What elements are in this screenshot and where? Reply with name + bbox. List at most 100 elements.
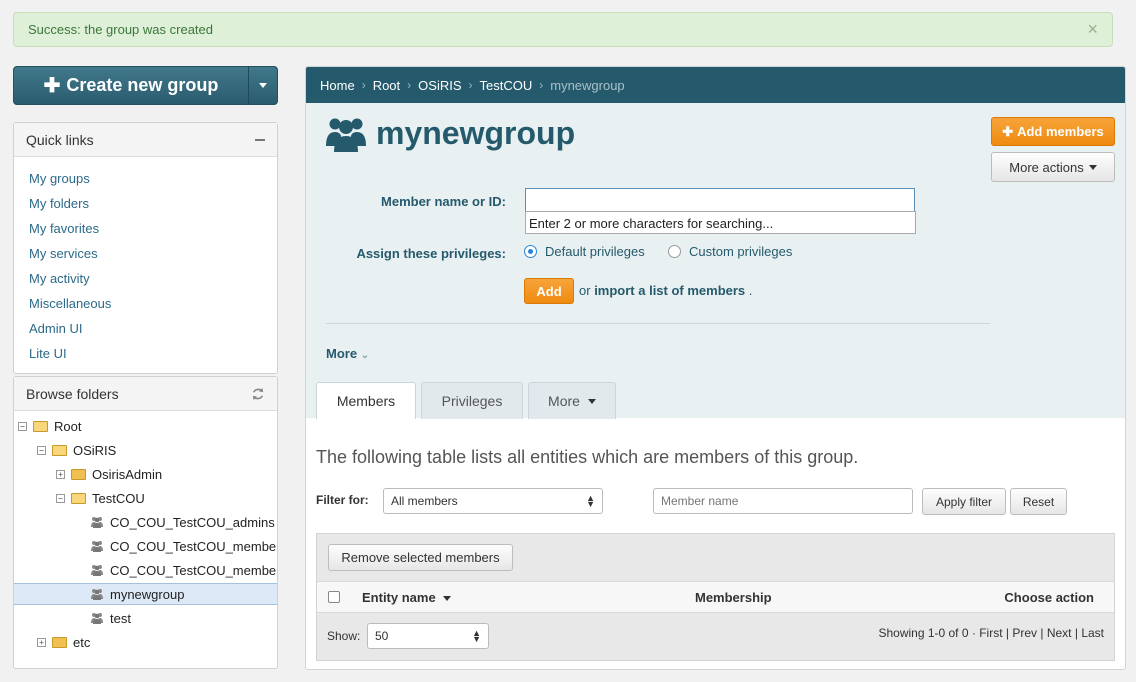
quick-links-panel: Quick links My groups My folders My favo… bbox=[13, 122, 278, 374]
tab-members[interactable]: Members bbox=[316, 382, 416, 419]
quick-link-my-groups[interactable]: My groups bbox=[29, 171, 90, 186]
more-actions-button[interactable]: More actions bbox=[991, 152, 1115, 182]
tree-node-etc[interactable]: + etc bbox=[37, 631, 90, 653]
collapse-toggle-icon[interactable]: − bbox=[56, 493, 65, 503]
tree-label[interactable]: CO_COU_TestCOU_members bbox=[110, 563, 277, 578]
quick-link-lite-ui[interactable]: Lite UI bbox=[29, 346, 67, 361]
breadcrumb-osiris[interactable]: OSiRIS bbox=[418, 78, 461, 93]
quick-link-my-activity[interactable]: My activity bbox=[29, 271, 90, 286]
custom-privileges-radio[interactable]: Custom privileges bbox=[668, 244, 792, 259]
group-name: mynewgroup bbox=[376, 115, 576, 151]
tree-label[interactable]: mynewgroup bbox=[110, 587, 184, 602]
search-hint-dropdown: Enter 2 or more characters for searching… bbox=[525, 211, 916, 234]
caret-down-icon bbox=[1088, 164, 1097, 170]
custom-privileges-label: Custom privileges bbox=[689, 244, 793, 259]
pager-last[interactable]: Last bbox=[1081, 626, 1104, 640]
expand-toggle-icon[interactable]: + bbox=[37, 637, 46, 647]
tree-node-group[interactable]: CO_COU_TestCOU_admins bbox=[90, 511, 275, 533]
tab-more[interactable]: More bbox=[528, 382, 616, 419]
column-entity-name-label: Entity name bbox=[362, 590, 436, 605]
select-all-checkbox[interactable] bbox=[328, 591, 340, 603]
tree-label[interactable]: OSiRIS bbox=[73, 443, 116, 458]
member-name-filter-input[interactable] bbox=[653, 488, 913, 514]
tree-label[interactable]: TestCOU bbox=[92, 491, 145, 506]
group-icon bbox=[91, 517, 103, 528]
member-filter-select[interactable]: All members ▲ ▼ bbox=[383, 488, 603, 514]
tree-label[interactable]: CO_COU_TestCOU_members bbox=[110, 539, 277, 554]
caret-down-icon bbox=[587, 398, 596, 404]
quick-link-my-folders[interactable]: My folders bbox=[29, 196, 89, 211]
quick-link-admin-ui[interactable]: Admin UI bbox=[29, 321, 82, 336]
tree-label[interactable]: OsirisAdmin bbox=[92, 467, 162, 482]
quick-links-title: Quick links bbox=[26, 131, 94, 148]
tree-node-group[interactable]: CO_COU_TestCOU_members bbox=[90, 535, 277, 557]
collapse-icon[interactable] bbox=[255, 138, 265, 141]
reset-button[interactable]: Reset bbox=[1010, 488, 1067, 515]
tab-more-label: More bbox=[548, 393, 580, 409]
tree-node-root[interactable]: − Root bbox=[18, 415, 81, 437]
member-name-label: Member name or ID: bbox=[381, 194, 506, 209]
tree-label[interactable]: etc bbox=[73, 635, 90, 650]
group-icon bbox=[326, 118, 366, 152]
tab-privileges[interactable]: Privileges bbox=[421, 382, 523, 419]
pager-separator: · bbox=[971, 626, 976, 640]
add-members-label: Add members bbox=[1017, 124, 1104, 139]
filter-value: All members bbox=[391, 494, 458, 508]
or-label: or bbox=[579, 283, 591, 298]
expand-toggle-icon[interactable]: + bbox=[56, 469, 65, 479]
page-size-value: 50 bbox=[375, 629, 389, 643]
quick-link-my-favorites[interactable]: My favorites bbox=[29, 221, 99, 236]
pager-prev[interactable]: Prev bbox=[1012, 626, 1037, 640]
quick-links-list: My groups My folders My favorites My ser… bbox=[14, 157, 277, 381]
tree-node-group[interactable]: test bbox=[90, 607, 131, 629]
group-main-panel: Home › Root › OSiRIS › TestCOU › mynewgr… bbox=[305, 66, 1126, 670]
default-privileges-radio[interactable]: Default privileges bbox=[524, 244, 645, 259]
add-members-button[interactable]: ✚ Add members bbox=[991, 117, 1115, 146]
collapse-toggle-icon[interactable]: − bbox=[37, 445, 46, 455]
radio-unselected-icon bbox=[668, 245, 681, 258]
import-text: or import a list of members . bbox=[579, 283, 752, 298]
breadcrumb-separator: › bbox=[407, 78, 412, 92]
remove-selected-members-button[interactable]: Remove selected members bbox=[328, 544, 513, 571]
column-entity-name[interactable]: Entity name bbox=[362, 590, 452, 605]
breadcrumb-home[interactable]: Home bbox=[320, 78, 355, 93]
folder-open-icon bbox=[33, 420, 48, 432]
breadcrumb-root[interactable]: Root bbox=[373, 78, 400, 93]
pager-next[interactable]: Next bbox=[1047, 626, 1072, 640]
plus-icon: ✚ bbox=[43, 75, 61, 97]
collapse-toggle-icon[interactable]: − bbox=[18, 421, 27, 431]
filter-label: Filter for: bbox=[316, 493, 369, 507]
tree-label[interactable]: Root bbox=[54, 419, 81, 434]
member-name-input[interactable] bbox=[525, 188, 915, 212]
breadcrumb-separator: › bbox=[539, 78, 544, 92]
more-actions-label: More actions bbox=[1009, 159, 1084, 175]
breadcrumb-separator: › bbox=[468, 78, 473, 92]
breadcrumb-testcou[interactable]: TestCOU bbox=[480, 78, 533, 93]
apply-filter-button[interactable]: Apply filter bbox=[922, 488, 1006, 515]
tree-node-osirisadmin[interactable]: + OsirisAdmin bbox=[56, 463, 162, 485]
create-group-main[interactable]: ✚ Create new group bbox=[14, 67, 248, 104]
tree-node-group-selected[interactable]: mynewgroup bbox=[14, 583, 277, 605]
tree-node-osiris[interactable]: − OSiRIS bbox=[37, 439, 116, 461]
page-size-select[interactable]: 50 ▲ ▼ bbox=[367, 623, 489, 649]
tree-label[interactable]: CO_COU_TestCOU_admins bbox=[110, 515, 275, 530]
column-choose-action: Choose action bbox=[1004, 590, 1094, 605]
create-group-dropdown-toggle[interactable] bbox=[248, 67, 277, 104]
quick-link-my-services[interactable]: My services bbox=[29, 246, 98, 261]
create-new-group-button[interactable]: ✚ Create new group bbox=[13, 66, 278, 105]
tree-node-group[interactable]: CO_COU_TestCOU_members bbox=[90, 559, 277, 581]
tree-label[interactable]: test bbox=[110, 611, 131, 626]
folder-tree: − Root − OSiRIS + OsirisAdmin − TestCOU … bbox=[14, 411, 277, 666]
table-header: Entity name Membership Choose action bbox=[317, 581, 1114, 613]
import-members-link[interactable]: import a list of members bbox=[594, 283, 745, 298]
refresh-icon[interactable] bbox=[251, 387, 265, 401]
tree-node-testcou[interactable]: − TestCOU bbox=[56, 487, 145, 509]
select-arrows-icon: ▲ ▼ bbox=[472, 628, 481, 644]
close-icon[interactable]: × bbox=[1087, 20, 1098, 38]
more-toggle[interactable]: More ⌄ bbox=[326, 346, 369, 361]
plus-icon: ✚ bbox=[1002, 123, 1014, 139]
add-button[interactable]: Add bbox=[524, 278, 574, 304]
table-footer: Show: 50 ▲ ▼ Showing 1-0 of 0 · First | P… bbox=[317, 614, 1114, 661]
pager-first[interactable]: First bbox=[979, 626, 1002, 640]
quick-link-miscellaneous[interactable]: Miscellaneous bbox=[29, 296, 111, 311]
